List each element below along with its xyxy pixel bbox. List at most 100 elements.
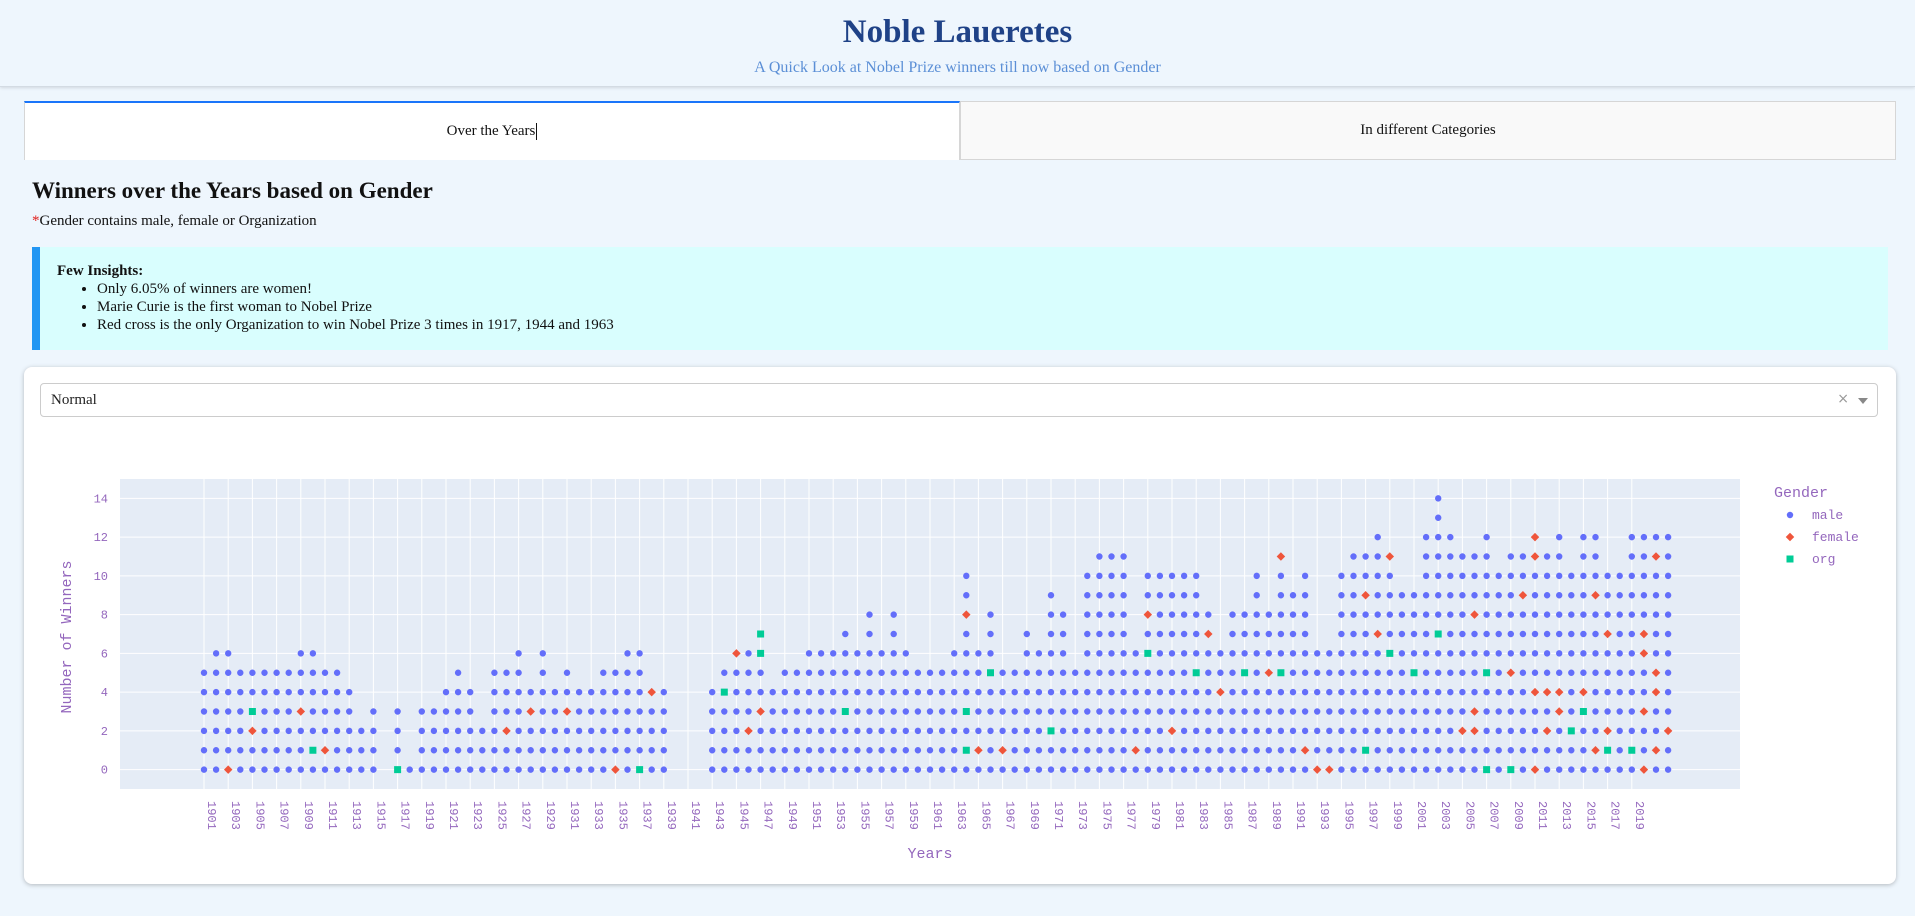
male-marker bbox=[842, 766, 849, 773]
male-marker bbox=[1362, 766, 1369, 773]
male-marker bbox=[1628, 708, 1636, 715]
male-marker bbox=[805, 727, 813, 735]
male-marker bbox=[539, 727, 546, 735]
legend-label: female bbox=[1812, 530, 1859, 545]
male-marker bbox=[1422, 747, 1430, 754]
male-marker bbox=[830, 708, 837, 715]
male-marker bbox=[1120, 688, 1127, 696]
male-marker bbox=[1580, 533, 1587, 541]
x-tick-label: 1933 bbox=[591, 801, 605, 830]
male-marker bbox=[1628, 766, 1636, 773]
x-tick-label: 1935 bbox=[615, 801, 629, 830]
male-marker bbox=[1592, 688, 1599, 696]
tab-over-the-years[interactable]: Over the Years bbox=[24, 101, 960, 160]
male-marker bbox=[1120, 727, 1127, 735]
male-marker bbox=[1144, 708, 1152, 715]
male-marker bbox=[1640, 669, 1648, 676]
male-marker bbox=[636, 688, 643, 696]
male-marker bbox=[793, 669, 801, 676]
male-marker bbox=[1459, 669, 1466, 676]
org-marker bbox=[248, 708, 256, 715]
male-marker bbox=[370, 708, 377, 715]
male-marker bbox=[551, 688, 559, 696]
male-marker bbox=[793, 727, 801, 735]
x-tick-label: 1911 bbox=[325, 801, 339, 830]
male-marker bbox=[805, 650, 813, 657]
male-marker bbox=[757, 727, 764, 735]
male-marker bbox=[842, 650, 849, 657]
winners-scatter-chart[interactable]: 1901 1903 1905 1907 1909 1911 1913 1915 1917 1919… bbox=[24, 367, 1896, 884]
male-marker bbox=[1507, 611, 1515, 618]
male-marker bbox=[1616, 630, 1623, 638]
male-marker bbox=[902, 669, 909, 676]
male-marker bbox=[1350, 630, 1357, 638]
x-tick-label: 1927 bbox=[519, 801, 533, 830]
male-marker bbox=[963, 572, 970, 580]
male-marker bbox=[1059, 669, 1067, 676]
male-marker bbox=[1350, 650, 1357, 657]
tab-in-different-categories[interactable]: In different Categories bbox=[960, 101, 1896, 160]
male-marker bbox=[1459, 572, 1466, 580]
male-marker bbox=[1664, 630, 1672, 638]
male-marker bbox=[1035, 747, 1043, 754]
male-marker bbox=[1035, 708, 1043, 715]
male-marker bbox=[1084, 747, 1091, 754]
male-marker bbox=[1289, 727, 1297, 735]
male-marker bbox=[721, 727, 728, 735]
male-marker bbox=[830, 669, 837, 676]
male-marker bbox=[660, 708, 667, 715]
male-marker bbox=[1338, 688, 1345, 696]
male-marker bbox=[1144, 688, 1152, 696]
male-marker bbox=[1616, 708, 1623, 715]
male-marker bbox=[225, 708, 232, 715]
male-marker bbox=[503, 766, 510, 773]
male-marker bbox=[237, 727, 244, 735]
male-marker bbox=[1568, 572, 1575, 580]
male-marker bbox=[1059, 727, 1067, 735]
male-marker bbox=[479, 747, 486, 754]
section-title: Winners over the Years based on Gender bbox=[32, 178, 433, 203]
male-marker bbox=[612, 747, 619, 754]
male-marker bbox=[1556, 611, 1563, 618]
male-marker bbox=[454, 727, 462, 735]
male-marker bbox=[878, 708, 885, 715]
male-marker bbox=[1096, 708, 1103, 715]
male-marker bbox=[1410, 650, 1418, 657]
male-marker bbox=[1483, 592, 1490, 599]
male-marker bbox=[999, 669, 1006, 676]
male-marker bbox=[975, 708, 982, 715]
male-marker bbox=[309, 727, 317, 735]
male-marker bbox=[987, 630, 994, 638]
male-marker bbox=[987, 650, 994, 657]
male-marker bbox=[1652, 727, 1660, 735]
male-marker bbox=[890, 611, 897, 618]
male-marker bbox=[588, 747, 595, 754]
male-marker bbox=[1386, 572, 1394, 580]
male-marker bbox=[1168, 572, 1176, 580]
male-marker bbox=[866, 688, 873, 696]
male-marker bbox=[636, 669, 643, 676]
male-marker bbox=[1120, 572, 1127, 580]
male-marker bbox=[563, 766, 571, 773]
male-marker bbox=[1447, 533, 1454, 541]
male-marker bbox=[1084, 572, 1091, 580]
male-marker bbox=[660, 688, 667, 696]
male-marker bbox=[866, 727, 873, 735]
male-marker bbox=[1640, 533, 1648, 541]
male-marker bbox=[212, 747, 220, 754]
male-marker bbox=[1592, 650, 1599, 657]
male-marker bbox=[237, 669, 244, 676]
x-tick-label: 1973 bbox=[1075, 801, 1089, 830]
male-marker bbox=[1471, 747, 1478, 754]
male-marker bbox=[1132, 669, 1139, 676]
male-marker bbox=[1459, 688, 1466, 696]
male-marker bbox=[624, 669, 631, 676]
male-marker bbox=[757, 766, 764, 773]
x-tick-label: 2019 bbox=[1632, 801, 1646, 830]
male-marker bbox=[1398, 630, 1406, 638]
male-marker bbox=[890, 708, 897, 715]
male-marker bbox=[830, 650, 837, 657]
male-marker bbox=[1531, 592, 1539, 599]
male-marker bbox=[1156, 708, 1164, 715]
org-marker bbox=[1241, 669, 1249, 677]
